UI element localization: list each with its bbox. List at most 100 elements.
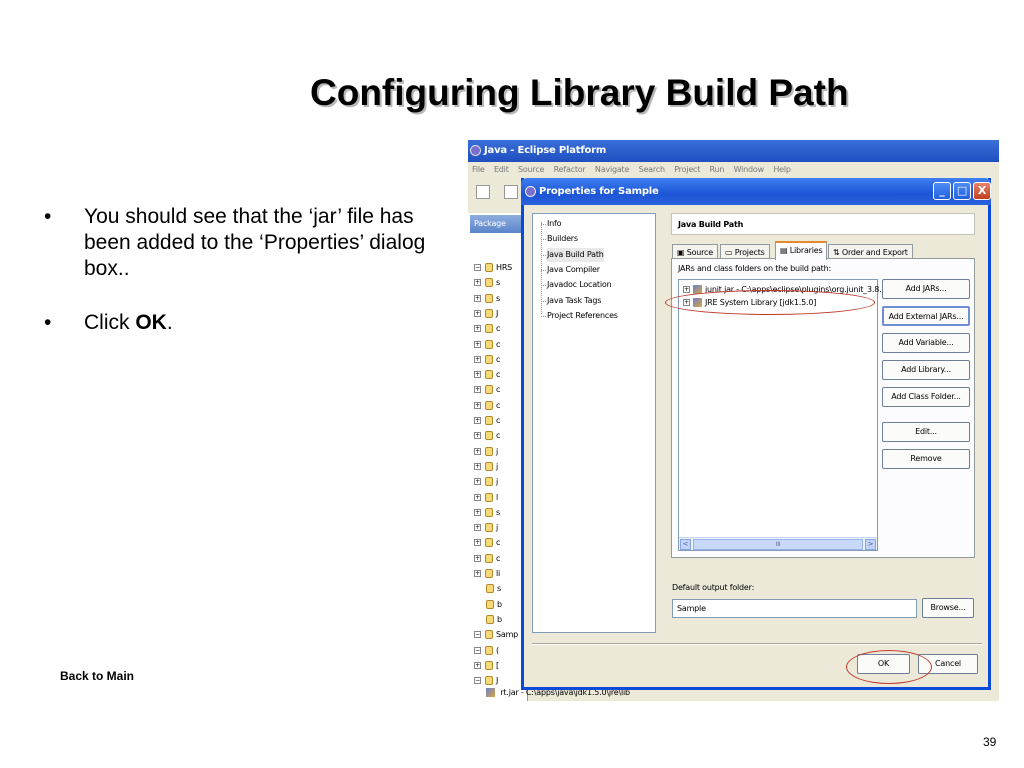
expand-icon[interactable]: + — [474, 570, 481, 577]
nav-item[interactable]: Java Compiler — [547, 263, 600, 277]
add-library-button[interactable]: Add Library... — [882, 360, 970, 380]
eclipse-title-bar: Java - Eclipse Platform — [468, 140, 999, 162]
package-icon — [485, 676, 493, 686]
jar-list[interactable]: + junit.jar - C:\apps\eclipse\plugins\org… — [678, 279, 884, 551]
expand-icon[interactable]: − — [474, 646, 481, 654]
tree-guide-line — [541, 254, 546, 256]
dialog-title: Properties for Sample — [539, 186, 659, 197]
remove-button[interactable]: Remove — [882, 449, 970, 469]
menu-project[interactable]: Project — [674, 165, 700, 174]
jar-entry-junit[interactable]: + junit.jar - C:\apps\eclipse\plugins\org… — [683, 283, 884, 296]
package-icon — [485, 507, 493, 517]
library-icon — [693, 298, 702, 307]
package-icon — [485, 477, 493, 487]
maximize-button[interactable]: □ — [953, 182, 971, 200]
cancel-button[interactable]: Cancel — [918, 654, 978, 674]
tab-projects[interactable]: ▭ Projects — [720, 244, 770, 259]
nav-item[interactable]: Builders — [547, 232, 578, 246]
eclipse-icon — [470, 145, 481, 156]
expand-icon[interactable]: + — [474, 539, 481, 547]
tree-row-label: [ — [496, 660, 499, 670]
menu-run[interactable]: Run — [710, 165, 725, 174]
menu-refactor[interactable]: Refactor — [554, 165, 586, 174]
expand-icon[interactable]: + — [474, 340, 481, 348]
expand-icon[interactable]: + — [474, 661, 481, 669]
menu-edit[interactable]: Edit — [494, 165, 509, 174]
browse-button[interactable]: Browse... — [922, 598, 974, 618]
expand-icon[interactable]: + — [474, 309, 481, 317]
expand-icon[interactable]: + — [474, 524, 481, 532]
folder-icon: ▣ — [677, 248, 687, 257]
tree-row-label: c — [496, 324, 501, 334]
tab-libraries[interactable]: ▤ Libraries — [775, 241, 828, 260]
tree-row-label: HRS — [496, 263, 513, 272]
add-external-jars-button[interactable]: Add External JARs... — [882, 306, 970, 326]
expand-icon[interactable]: + — [474, 355, 481, 363]
close-button[interactable]: X — [973, 182, 991, 200]
nav-item[interactable]: Javadoc Location — [547, 278, 612, 292]
expand-icon[interactable]: + — [474, 432, 481, 440]
nav-item[interactable]: Info — [547, 217, 562, 231]
expand-icon[interactable]: + — [683, 286, 690, 293]
expand-icon[interactable]: + — [474, 478, 481, 486]
menu-source[interactable]: Source — [518, 165, 544, 174]
expand-icon[interactable]: − — [474, 264, 481, 271]
menu-file[interactable]: File — [472, 165, 485, 174]
nav-item[interactable]: Java Task Tags — [547, 294, 601, 308]
tree-row-label: Samp — [496, 630, 519, 640]
package-icon — [485, 630, 493, 640]
expand-icon[interactable]: + — [474, 508, 481, 516]
expand-icon[interactable]: + — [474, 554, 481, 562]
expand-icon[interactable]: + — [474, 493, 481, 501]
edit-button[interactable]: Edit... — [882, 422, 970, 442]
package-icon — [486, 614, 494, 624]
tree-row-label: c — [496, 416, 501, 425]
horizontal-scrollbar[interactable]: < III > — [679, 537, 877, 550]
nav-item[interactable]: Project References — [547, 309, 618, 323]
expand-icon[interactable]: + — [474, 401, 481, 409]
expand-icon[interactable]: + — [474, 371, 481, 379]
dialog-title-bar[interactable]: Properties for Sample _ □ X — [521, 178, 991, 205]
tree-row-label: c — [496, 385, 501, 395]
add-variable-button[interactable]: Add Variable... — [882, 333, 970, 353]
menu-window[interactable]: Window — [734, 165, 765, 174]
add-jars-button[interactable]: Add JARs... — [882, 279, 970, 299]
expand-icon[interactable]: − — [474, 631, 481, 639]
menu-search[interactable]: Search — [639, 165, 665, 174]
bullet-dot: • — [44, 205, 52, 228]
tab-order-and-export[interactable]: ⇅ Order and Export — [828, 244, 913, 259]
output-folder-field[interactable]: Sample — [672, 599, 917, 618]
menu-help[interactable]: Help — [773, 165, 791, 174]
expand-icon[interactable]: + — [474, 279, 481, 287]
expand-icon[interactable]: + — [474, 294, 481, 302]
save-icon[interactable] — [504, 185, 518, 199]
scroll-right-icon[interactable]: > — [865, 539, 876, 550]
expand-icon[interactable]: + — [683, 299, 690, 306]
tree-row-label: l — [496, 492, 499, 502]
scroll-left-icon[interactable]: < — [680, 539, 691, 550]
jar-entry-label: junit.jar - C:\apps\eclipse\plugins\org.… — [705, 285, 884, 294]
scroll-thumb[interactable]: III — [693, 539, 863, 550]
ok-button[interactable]: OK — [857, 654, 910, 674]
nav-item[interactable]: Java Build Path — [547, 247, 604, 262]
expand-icon[interactable]: + — [474, 325, 481, 333]
jar-entry-jre[interactable]: + JRE System Library [jdk1.5.0] — [683, 296, 816, 309]
tab-source[interactable]: ▣ Source — [672, 244, 718, 259]
package-explorer-tab[interactable]: Package — [470, 215, 526, 233]
expand-icon[interactable]: − — [474, 677, 481, 685]
add-class-folder-button[interactable]: Add Class Folder... — [882, 387, 970, 407]
package-icon — [485, 308, 493, 318]
package-icon — [485, 461, 493, 471]
tree-row-label: c — [496, 354, 501, 364]
expand-icon[interactable]: + — [474, 447, 481, 455]
new-icon[interactable] — [476, 185, 490, 199]
expand-icon[interactable]: + — [474, 417, 481, 424]
expand-icon[interactable]: + — [474, 462, 481, 470]
tab-label: Projects — [734, 248, 765, 257]
package-icon — [485, 385, 493, 395]
minimize-button[interactable]: _ — [933, 182, 951, 200]
menu-navigate[interactable]: Navigate — [595, 165, 629, 174]
package-icon — [485, 293, 493, 303]
expand-icon[interactable]: + — [474, 386, 481, 394]
back-to-main-link[interactable]: Back to Main — [60, 669, 134, 683]
